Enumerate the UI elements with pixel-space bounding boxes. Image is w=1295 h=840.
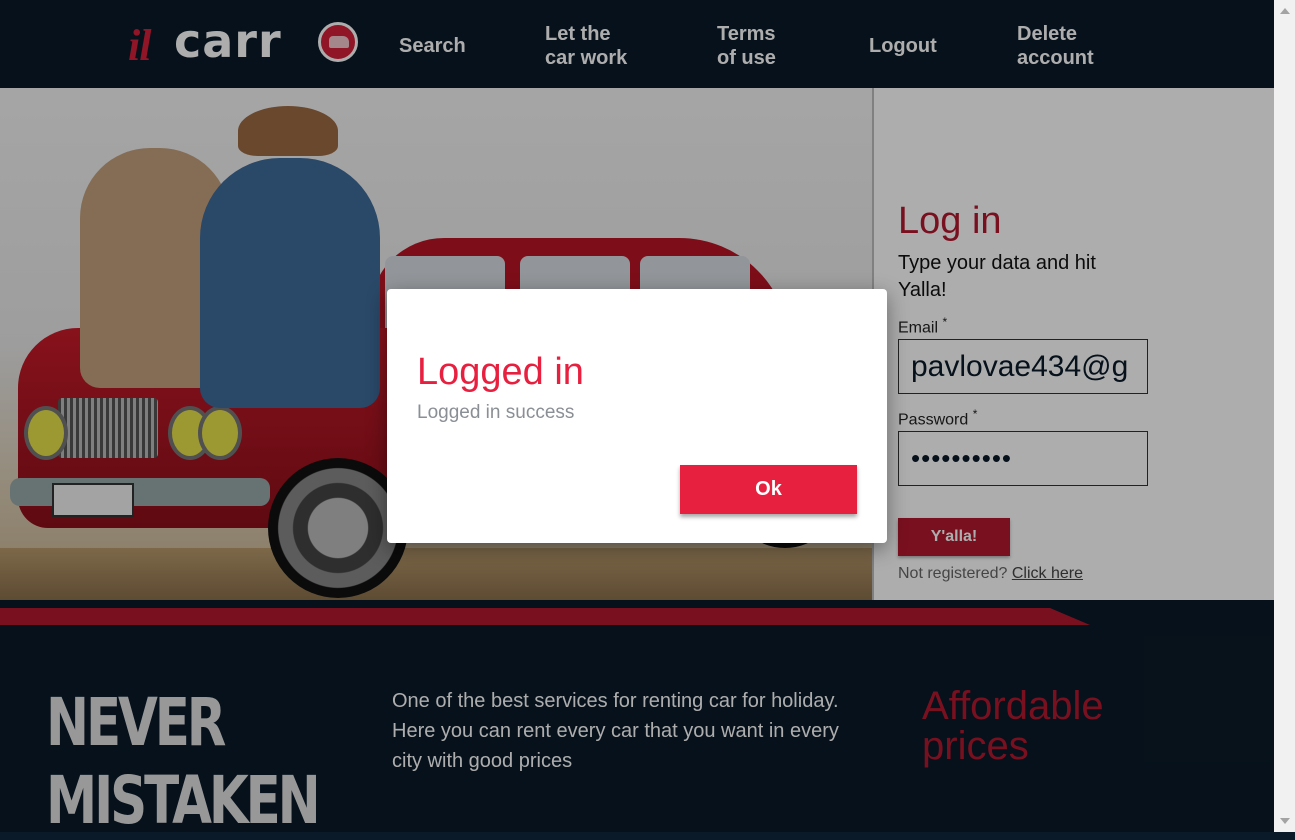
vertical-scrollbar[interactable] bbox=[1274, 0, 1295, 832]
dialog-title: Logged in bbox=[417, 351, 584, 393]
ok-button[interactable]: Ok bbox=[680, 465, 857, 514]
dialog-message: Logged in success bbox=[417, 402, 575, 423]
logged-in-dialog: Logged in Logged in success Ok bbox=[387, 289, 887, 543]
scroll-up-arrow-icon[interactable] bbox=[1280, 8, 1290, 14]
scroll-down-arrow-icon[interactable] bbox=[1280, 818, 1290, 824]
